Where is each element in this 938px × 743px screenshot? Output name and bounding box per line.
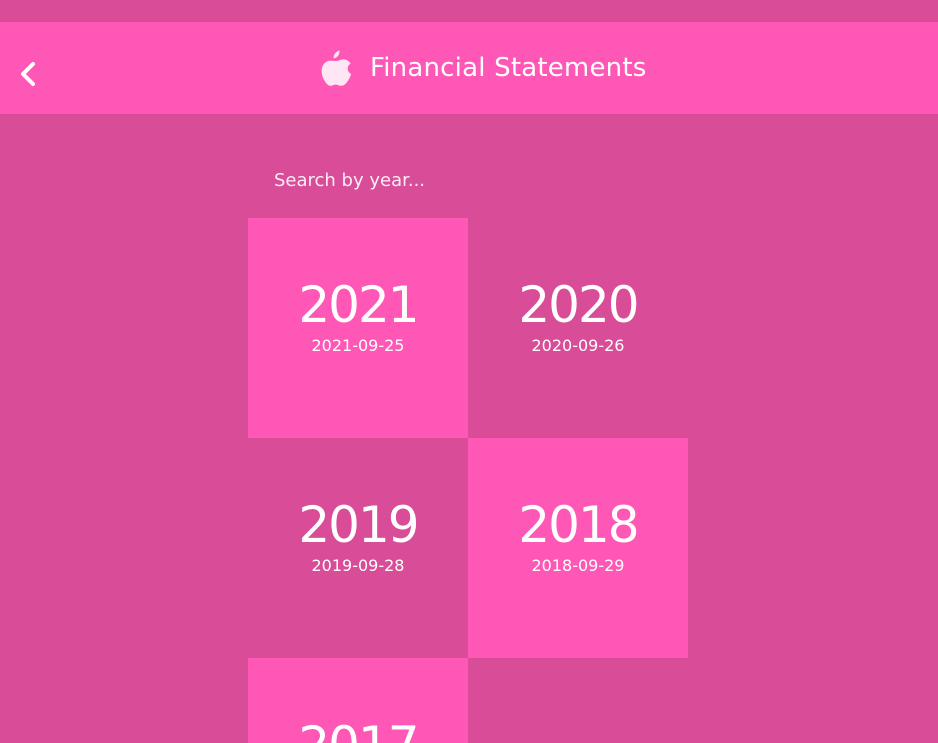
tile-date: 2019-09-28 — [311, 556, 405, 575]
chevron-left-icon — [21, 62, 35, 86]
header-title-group: Financial Statements — [318, 48, 646, 88]
tile-date: 2021-09-25 — [311, 336, 405, 355]
tile-year: 2019 — [298, 496, 419, 554]
tile-year: 2020 — [518, 276, 639, 334]
back-button[interactable] — [14, 58, 42, 90]
statement-tile-2018[interactable]: 2018 2018-09-29 — [468, 438, 688, 658]
status-bar — [0, 0, 938, 22]
tile-year: 2017 — [248, 716, 468, 743]
page-title: Financial Statements — [370, 53, 647, 83]
tile-date: 2020-09-26 — [531, 336, 625, 355]
tile-year: 2021 — [298, 276, 419, 334]
tile-year: 2018 — [518, 496, 639, 554]
statement-tile-2017[interactable]: 2017 — [248, 658, 468, 743]
tile-date: 2018-09-29 — [531, 556, 625, 575]
header-bar: Financial Statements — [0, 22, 938, 114]
statement-tile-2020[interactable]: 2020 2020-09-26 — [468, 218, 688, 438]
apple-logo-icon — [321, 50, 352, 86]
statement-tile-2021[interactable]: 2021 2021-09-25 — [248, 218, 468, 438]
statement-tile-2019[interactable]: 2019 2019-09-28 — [248, 438, 468, 658]
search-input[interactable] — [264, 160, 614, 200]
